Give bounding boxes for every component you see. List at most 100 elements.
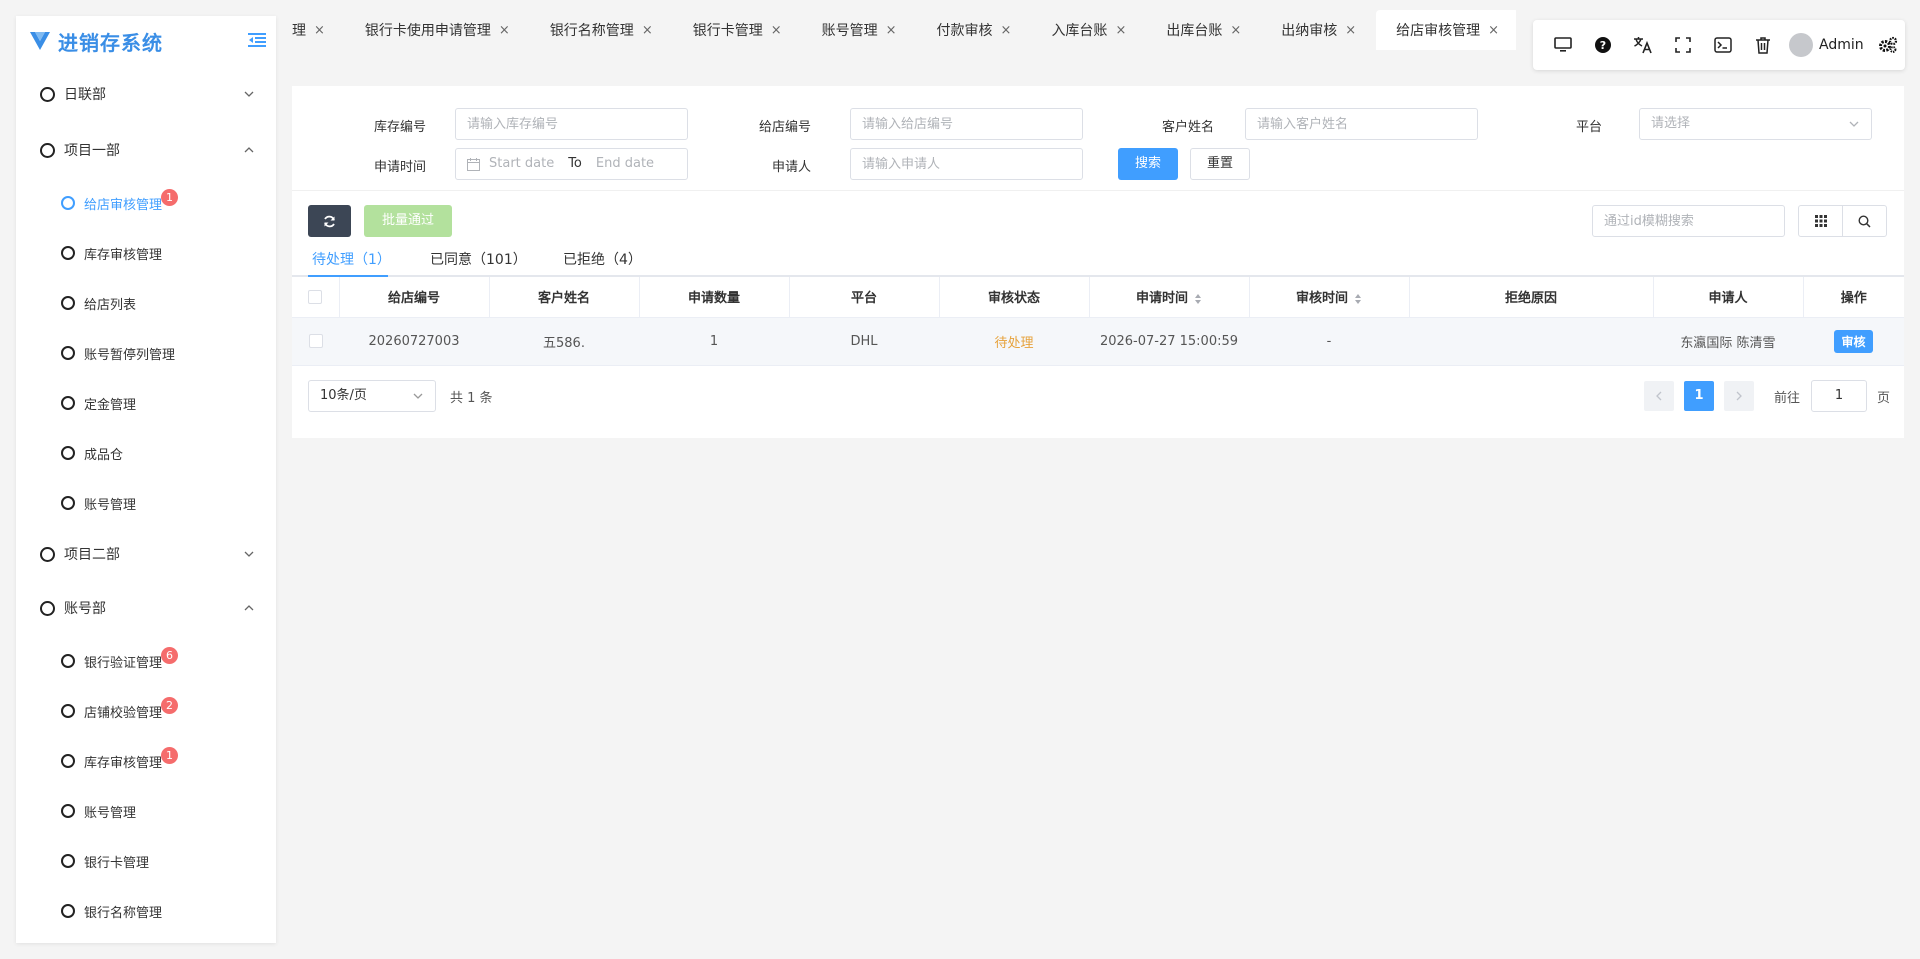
row-checkbox[interactable] (308, 334, 323, 348)
cell-customer: 五586. (489, 317, 639, 366)
col-apply-time-label: 申请时间 (1135, 291, 1188, 307)
col-apply-time[interactable]: 申请时间 (1089, 277, 1250, 318)
page-size-select[interactable]: 10条/页 (308, 379, 436, 412)
page-number-current[interactable]: 1 (1684, 380, 1714, 411)
tab-item[interactable]: 理 × (276, 10, 345, 50)
tab-label: 账号管理 (821, 23, 878, 39)
tab-item[interactable]: 银行名称管理 × (530, 10, 673, 50)
close-icon[interactable]: × (771, 23, 782, 38)
close-icon[interactable]: × (1345, 23, 1356, 38)
sidebar-item-bank-name[interactable]: 银行名称管理 (16, 886, 276, 936)
audit-button[interactable]: 审核 (1834, 329, 1873, 353)
store-no-input[interactable] (862, 109, 1082, 139)
menu-group-project-one[interactable]: 项目一部 (16, 122, 276, 178)
trash-icon[interactable] (1743, 25, 1783, 65)
col-qty: 申请数量 (639, 277, 790, 318)
tab-item-active[interactable]: 给店审核管理 × (1376, 10, 1516, 50)
close-icon[interactable]: × (1488, 23, 1499, 38)
user-name[interactable]: Admin (1819, 37, 1864, 53)
menu-circle-icon (61, 754, 75, 768)
sidebar-item-stock-audit-2[interactable]: 库存审核管理 1 (16, 736, 276, 786)
search-icon[interactable] (1843, 206, 1886, 236)
store-no-label: 给店编号 (758, 120, 811, 135)
sidebar-item-account-pause[interactable]: 账号暂停列管理 (16, 328, 276, 378)
refresh-button[interactable] (308, 205, 351, 237)
platform-select[interactable]: 请选择 (1639, 108, 1872, 140)
sidebar-item-bank-card[interactable]: 银行卡管理 (16, 836, 276, 886)
next-page-button[interactable] (1724, 380, 1754, 411)
sidebar-item-label: 账号管理 (84, 805, 137, 821)
customer-input[interactable] (1257, 109, 1477, 139)
sidebar-item-finished-warehouse[interactable]: 成品仓 (16, 428, 276, 478)
tab-approved[interactable]: 已同意（101） (430, 249, 527, 269)
filter-form: 库存编号 给店编号 客户姓名 平台 请选择 申请时间 Start date To… (292, 86, 1904, 191)
tab-item[interactable]: 银行卡使用申请管理 × (345, 10, 530, 50)
sidebar-item-deposit[interactable]: 定金管理 (16, 378, 276, 428)
col-audit-time[interactable]: 审核时间 (1249, 277, 1410, 318)
id-search-input[interactable] (1604, 206, 1784, 236)
sidebar-item-shop-verify[interactable]: 店铺校验管理 2 (16, 686, 276, 736)
avatar[interactable] (1789, 33, 1813, 57)
close-icon[interactable]: × (314, 23, 325, 38)
tab-item[interactable]: 出纳审核 × (1261, 10, 1376, 50)
tab-rejected[interactable]: 已拒绝（4） (563, 249, 642, 269)
close-icon[interactable]: × (1001, 23, 1012, 38)
tab-item[interactable]: 账号管理 × (802, 10, 917, 50)
settings-gear-icon[interactable] (1874, 25, 1902, 65)
goto-label: 前往 (1774, 390, 1801, 406)
count-badge: 1 (161, 746, 179, 764)
sidebar-item-store-list[interactable]: 给店列表 (16, 278, 276, 328)
sidebar-item-label: 定金管理 (84, 397, 137, 413)
col-reject-reason: 拒绝原因 (1409, 277, 1654, 318)
select-all-checkbox[interactable] (308, 289, 323, 304)
audit-table: 给店编号 客户姓名 申请数量 平台 审核状态 申请时间 审核时间 拒绝原因 申请… (292, 277, 1904, 366)
page-suffix: 页 (1877, 390, 1891, 406)
sidebar-item-stock-audit[interactable]: 库存审核管理 (16, 228, 276, 278)
tab-item[interactable]: 出库台账 × (1146, 10, 1261, 50)
menu-group-project-two[interactable]: 项目二部 (16, 528, 276, 580)
sort-icon[interactable] (1354, 293, 1362, 305)
menu-group-account-dept[interactable]: 账号部 (16, 580, 276, 636)
tab-item[interactable]: 银行卡管理 × (673, 10, 802, 50)
tab-item[interactable]: 付款审核 × (917, 10, 1032, 50)
terminal-icon[interactable] (1703, 25, 1743, 65)
table-row[interactable]: 20260727003 五586. 1 DHL 待处理 2026-07-27 1… (292, 317, 1904, 366)
sidebar-item-account-manage-2[interactable]: 账号管理 (16, 786, 276, 836)
menu-circle-icon (61, 346, 75, 360)
action-row: 批量通过 (292, 191, 1904, 241)
close-icon[interactable]: × (499, 23, 510, 38)
close-icon[interactable]: × (1230, 23, 1241, 38)
applicant-input[interactable] (862, 149, 1082, 179)
sidebar-item-label: 店铺校验管理 (84, 705, 163, 721)
sidebar-item-store-audit[interactable]: 给店审核管理 1 (16, 178, 276, 228)
monitor-icon[interactable] (1543, 25, 1583, 65)
collapse-menu-icon[interactable] (248, 32, 266, 48)
close-icon[interactable]: × (886, 23, 897, 38)
batch-approve-button[interactable]: 批量通过 (364, 205, 452, 237)
col-audit-time-label: 审核时间 (1295, 291, 1348, 307)
chevron-down-icon (413, 393, 423, 399)
grid-view-icon[interactable] (1799, 206, 1843, 236)
close-icon[interactable]: × (642, 23, 653, 38)
cell-status: 待处理 (939, 317, 1089, 366)
help-icon[interactable]: ? (1583, 25, 1623, 65)
id-search-wrap (1592, 205, 1785, 237)
goto-page-input[interactable]: 1 (1811, 379, 1867, 412)
sidebar-item-bank-verify[interactable]: 银行验证管理 6 (16, 636, 276, 686)
menu-group-rilian[interactable]: 日联部 (16, 66, 276, 122)
close-icon[interactable]: × (1115, 23, 1126, 38)
cell-qty: 1 (639, 317, 789, 366)
stock-no-input[interactable] (467, 109, 687, 139)
tab-pending[interactable]: 待处理（1） (312, 249, 391, 269)
tab-label: 付款审核 (936, 23, 993, 39)
date-range-picker[interactable]: Start date To End date (455, 148, 688, 180)
prev-page-button[interactable] (1644, 380, 1674, 411)
fullscreen-icon[interactable] (1663, 25, 1703, 65)
sidebar-item-account-manage[interactable]: 账号管理 (16, 478, 276, 528)
sort-icon[interactable] (1194, 293, 1202, 305)
tab-item[interactable]: 入库台账 × (1031, 10, 1146, 50)
search-button[interactable]: 搜索 (1118, 148, 1178, 180)
reset-button[interactable]: 重置 (1190, 148, 1250, 180)
translate-icon[interactable] (1623, 25, 1663, 65)
menu-circle-icon (40, 600, 55, 616)
